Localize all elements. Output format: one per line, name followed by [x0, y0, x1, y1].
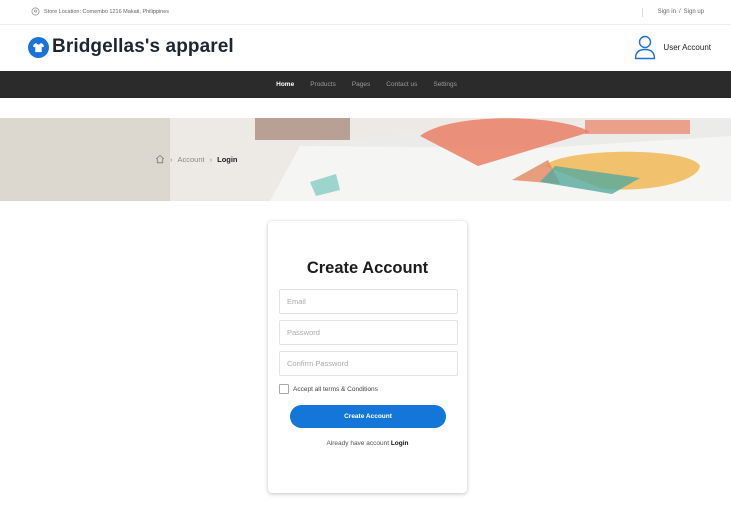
nav-pages[interactable]: Pages: [352, 81, 370, 88]
brand-logo[interactable]: Bridgellas's apparel: [28, 36, 234, 58]
nav-products[interactable]: Products: [310, 81, 336, 88]
breadcrumb-separator-icon: ›: [209, 154, 213, 164]
already-text: Already have account: [326, 440, 389, 447]
user-account-label: User Account: [663, 42, 711, 52]
banner-background-image: [0, 118, 731, 201]
tshirt-icon: [28, 36, 49, 58]
home-icon[interactable]: [155, 154, 165, 164]
site-header: Bridgellas's apparel User Account: [0, 25, 731, 71]
breadcrumb-current: Login: [217, 154, 238, 164]
terms-checkbox[interactable]: [279, 384, 289, 394]
sign-in-link[interactable]: Sign in: [658, 9, 676, 15]
user-icon: [635, 35, 656, 60]
already-have-account: Already have account Login: [268, 440, 467, 447]
confirm-password-field[interactable]: [279, 351, 458, 376]
user-account-button[interactable]: User Account: [634, 34, 711, 60]
store-location-text: Store Location: Comembo 1216 Makati, Phi…: [44, 8, 170, 15]
store-location: Store Location: Comembo 1216 Makati, Phi…: [31, 7, 169, 16]
breadcrumb-account[interactable]: Account: [178, 155, 205, 164]
create-account-button[interactable]: Create Account: [290, 405, 446, 428]
breadcrumb: › Account › Login: [155, 154, 238, 164]
top-bar: Store Location: Comembo 1216 Makati, Phi…: [0, 0, 731, 25]
topbar-divider: [642, 8, 643, 17]
sign-up-link[interactable]: Sign up: [684, 9, 704, 15]
form-title: Create Account: [306, 259, 429, 277]
nav-contact-us[interactable]: Contact us: [386, 81, 417, 88]
main-nav: Home Products Pages Contact us Settings: [0, 71, 731, 98]
nav-home[interactable]: Home: [276, 81, 294, 88]
login-link[interactable]: Login: [391, 440, 409, 447]
auth-links: Sign in / Sign up: [658, 9, 704, 15]
breadcrumb-separator-icon: ›: [170, 154, 173, 164]
terms-row: Accept all terms & Conditions: [279, 384, 378, 394]
create-account-card: Create Account Accept all terms & Condit…: [268, 221, 467, 493]
terms-label: Accept all terms & Conditions: [293, 385, 378, 393]
auth-divider: /: [678, 9, 681, 15]
email-field[interactable]: [279, 289, 458, 314]
brand-name: Bridgellas's apparel: [52, 36, 234, 57]
password-field[interactable]: [279, 320, 458, 345]
nav-settings[interactable]: Settings: [433, 81, 457, 88]
location-pin-icon: [31, 7, 40, 16]
page-banner: › Account › Login: [0, 118, 731, 201]
